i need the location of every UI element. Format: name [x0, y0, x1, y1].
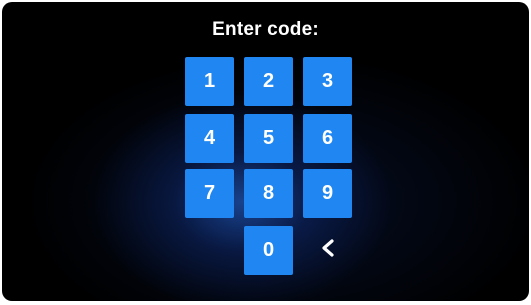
- key-1[interactable]: 1: [185, 57, 234, 106]
- key-7[interactable]: 7: [185, 169, 234, 218]
- backspace-button[interactable]: [303, 226, 352, 275]
- key-6[interactable]: 6: [303, 114, 352, 163]
- key-8[interactable]: 8: [244, 169, 293, 218]
- key-2[interactable]: 2: [244, 57, 293, 106]
- key-0[interactable]: 0: [244, 226, 293, 275]
- key-3[interactable]: 3: [303, 57, 352, 106]
- key-5[interactable]: 5: [244, 114, 293, 163]
- key-9[interactable]: 9: [303, 169, 352, 218]
- prompt-title: Enter code:: [212, 19, 319, 40]
- chevron-left-icon: [321, 239, 335, 262]
- keypad-screen: Enter code: 1 2 3 4 5 6 7 8 9 0: [2, 2, 529, 301]
- key-4[interactable]: 4: [185, 114, 234, 163]
